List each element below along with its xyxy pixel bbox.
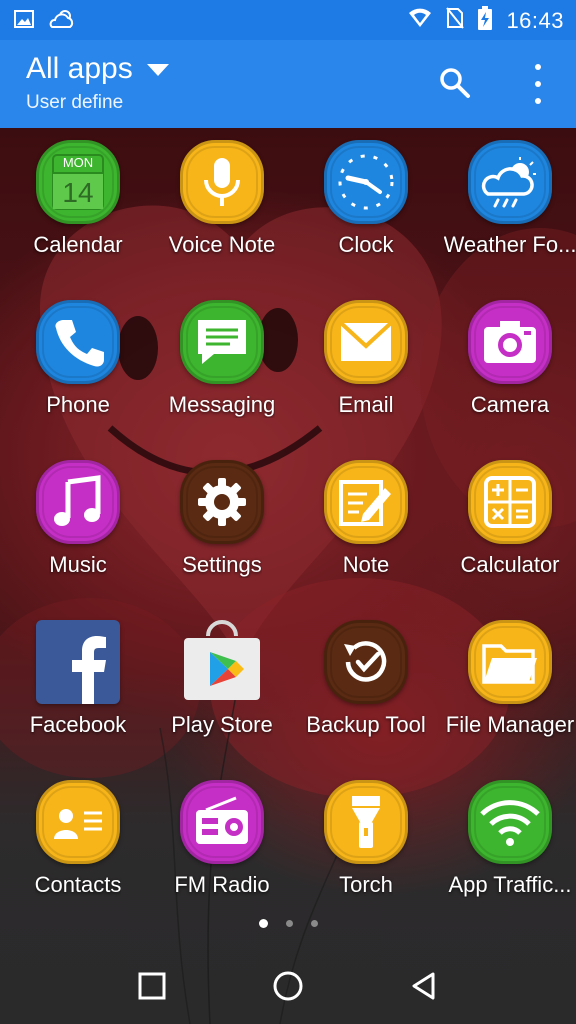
wifi-traffic-icon: [468, 780, 552, 864]
envelope-icon: [324, 300, 408, 384]
search-button[interactable]: [438, 66, 472, 100]
back-triangle-icon: [412, 972, 435, 1000]
app-weather[interactable]: Weather Fo...: [438, 140, 576, 300]
app-label: Calculator: [460, 552, 560, 577]
app-email[interactable]: Email: [294, 300, 438, 460]
weather-cloud-icon: [48, 8, 76, 35]
app-label: Play Store: [171, 712, 273, 737]
app-clock[interactable]: Clock: [294, 140, 438, 300]
app-play-store[interactable]: Play Store: [150, 620, 294, 780]
app-label: App Traffic...: [448, 872, 572, 897]
message-icon: [180, 300, 264, 384]
app-label: Email: [338, 392, 394, 417]
radio-icon: [180, 780, 264, 864]
weather-icon: [468, 140, 552, 224]
contact-card-icon: [36, 780, 120, 864]
image-icon: [14, 10, 34, 33]
facebook-icon: [36, 620, 120, 704]
app-label: Voice Note: [168, 232, 276, 257]
app-label: Camera: [470, 392, 550, 417]
app-grid: MON 14 Calendar Voice Note Clock Weather…: [0, 140, 576, 940]
app-phone[interactable]: Phone: [6, 300, 150, 460]
app-calendar[interactable]: MON 14 Calendar: [6, 140, 150, 300]
app-torch[interactable]: Torch: [294, 780, 438, 940]
app-backup-tool[interactable]: Backup Tool: [294, 620, 438, 780]
calculator-icon: [468, 460, 552, 544]
app-music[interactable]: Music: [6, 460, 150, 620]
app-fm-radio[interactable]: FM Radio: [150, 780, 294, 940]
flashlight-icon: [324, 780, 408, 864]
app-label: FM Radio: [174, 872, 270, 897]
home-circle-icon: [273, 971, 303, 1001]
app-label: Messaging: [168, 392, 276, 417]
app-label: Settings: [182, 552, 262, 577]
recents-square-icon: [138, 972, 166, 1000]
gear-icon: [180, 460, 264, 544]
battery-charging-icon: [478, 6, 493, 35]
backup-icon: [324, 620, 408, 704]
app-label: Backup Tool: [306, 712, 426, 737]
app-calculator[interactable]: Calculator: [438, 460, 576, 620]
note-edit-icon: [324, 460, 408, 544]
app-label: Phone: [46, 392, 110, 417]
page-title: All apps: [26, 52, 133, 85]
app-label: Music: [49, 552, 107, 577]
no-sim-icon: [446, 7, 465, 34]
status-time: 16:43: [506, 7, 564, 33]
app-camera[interactable]: Camera: [438, 300, 576, 460]
app-voice-note[interactable]: Voice Note: [150, 140, 294, 300]
app-app-traffic[interactable]: App Traffic...: [438, 780, 576, 940]
music-note-icon: [36, 460, 120, 544]
app-note[interactable]: Note: [294, 460, 438, 620]
app-label: Note: [342, 552, 390, 577]
page-dot-3[interactable]: [310, 920, 318, 927]
app-facebook[interactable]: Facebook: [6, 620, 150, 780]
app-label: Facebook: [29, 712, 127, 737]
app-list-filter-dropdown[interactable]: All apps User define: [26, 52, 169, 114]
page-subtitle: User define: [26, 92, 124, 113]
app-label: Contacts: [34, 872, 122, 897]
microphone-icon: [180, 140, 264, 224]
navigation-bar: [0, 944, 576, 1024]
overflow-menu-icon: [535, 64, 541, 70]
status-bar: 16:43: [0, 0, 576, 40]
calendar-date: 14: [62, 177, 93, 208]
app-bar: All apps User define: [0, 40, 576, 128]
page-indicator: [0, 919, 576, 928]
app-settings[interactable]: Settings: [150, 460, 294, 620]
calendar-day: MON: [63, 155, 93, 170]
app-label: Calendar: [33, 232, 123, 257]
search-icon: [440, 68, 470, 98]
recents-button[interactable]: [132, 966, 172, 1006]
app-label: Clock: [338, 232, 394, 257]
back-button[interactable]: [404, 966, 444, 1006]
home-button[interactable]: [268, 966, 308, 1006]
calendar-icon: MON 14: [36, 140, 120, 224]
app-label: Weather Fo...: [443, 232, 576, 257]
page-dot-2[interactable]: [285, 920, 293, 927]
folder-icon: [468, 620, 552, 704]
app-file-manager[interactable]: File Manager: [438, 620, 576, 780]
page-dot-1[interactable]: [258, 919, 268, 928]
dropdown-arrow-icon: [146, 64, 169, 76]
app-contacts[interactable]: Contacts: [6, 780, 150, 940]
camera-icon: [468, 300, 552, 384]
play-store-icon: [180, 620, 264, 704]
overflow-menu-button[interactable]: [524, 64, 552, 104]
clock-icon: [324, 140, 408, 224]
app-label: Torch: [339, 872, 393, 897]
phone-icon: [36, 300, 120, 384]
app-label: File Manager: [445, 712, 575, 737]
wifi-icon: [408, 7, 432, 34]
app-messaging[interactable]: Messaging: [150, 300, 294, 460]
